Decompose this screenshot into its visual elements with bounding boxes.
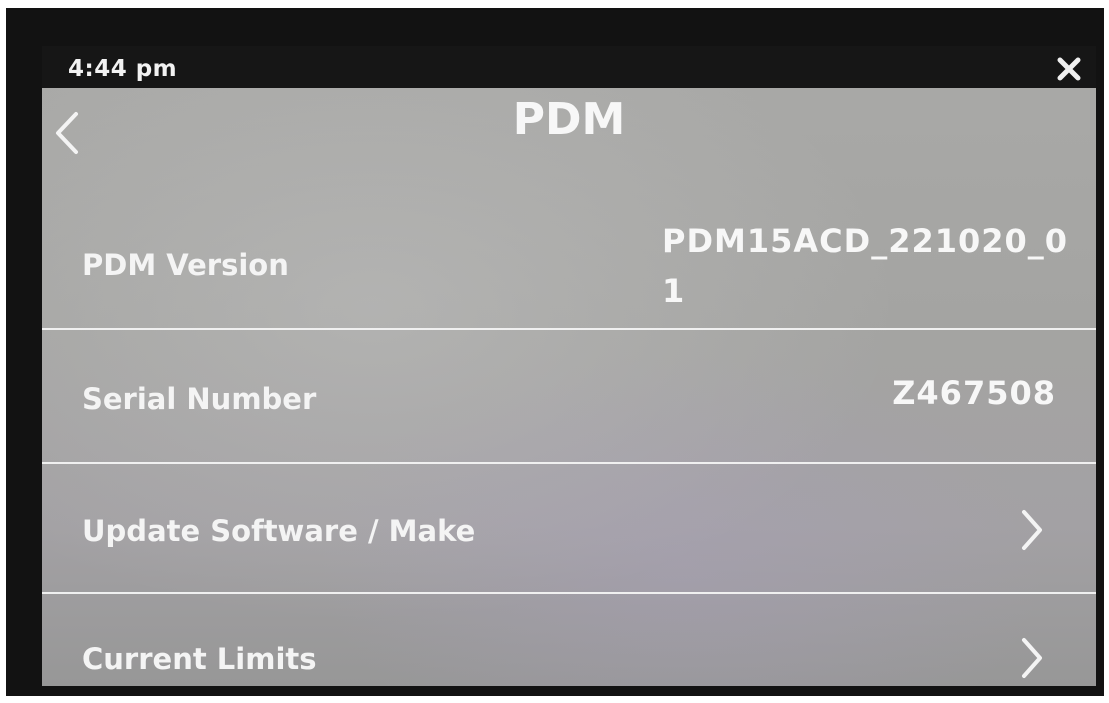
update-software-label: Update Software / Make <box>82 514 476 548</box>
update-software-row[interactable]: Update Software / Make <box>42 464 1096 592</box>
serial-number-label: Serial Number <box>82 382 317 416</box>
chevron-right-icon <box>1022 510 1042 550</box>
pdm-version-value: PDM15ACD_221020_01 <box>662 222 1069 310</box>
pdm-version-label: PDM Version <box>82 248 289 282</box>
status-time: 4:44 pm <box>68 56 178 82</box>
current-limits-label: Current Limits <box>82 642 317 676</box>
close-button[interactable] <box>1054 54 1084 84</box>
page-title: PDM <box>512 94 626 145</box>
pdm-version-row: PDM Version PDM15ACD_221020_01 <box>42 206 1096 328</box>
serial-number-row: Serial Number Z467508 <box>42 330 1096 462</box>
device-screen: 4:44 pm PDM PDM Version PDM15ACD_221020_… <box>42 46 1096 686</box>
serial-number-value: Z467508 <box>892 374 1056 412</box>
close-icon <box>1057 57 1081 81</box>
device-bezel: 4:44 pm PDM PDM Version PDM15ACD_221020_… <box>6 8 1104 696</box>
current-limits-row[interactable]: Current Limits <box>42 594 1096 686</box>
chevron-right-icon <box>1022 638 1042 678</box>
status-bar: 4:44 pm <box>42 46 1096 88</box>
